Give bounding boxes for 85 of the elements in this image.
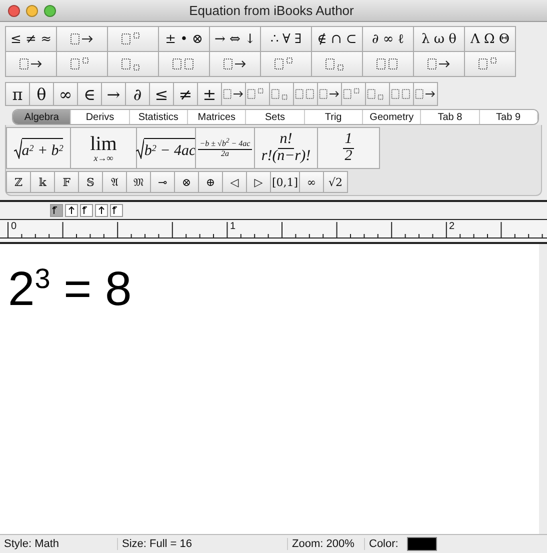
symbol-button[interactable]: √2 <box>323 171 348 193</box>
size-status: Size: Full = 16 <box>118 538 288 550</box>
minimize-button[interactable] <box>26 4 38 16</box>
palette-button[interactable]: ≤ <box>149 82 174 106</box>
symbol-button[interactable]: 𝕜 <box>30 171 55 193</box>
palette-button[interactable]: π <box>5 82 30 106</box>
palette-button[interactable] <box>221 82 246 106</box>
ruler-label: 1 <box>230 221 236 232</box>
radical-icon <box>14 138 22 158</box>
palette-button[interactable] <box>5 51 57 77</box>
symbol-button[interactable]: ◁ <box>222 171 247 193</box>
radical-icon <box>136 138 144 158</box>
symbol-button[interactable]: ▷ <box>246 171 271 193</box>
expression-button[interactable]: n! r!(n−r)! <box>254 127 318 169</box>
palette-button[interactable]: ± <box>197 82 222 106</box>
symbol-button[interactable]: ⊕ <box>198 171 223 193</box>
symbol-button[interactable]: 𝔐 <box>126 171 151 193</box>
template-icon <box>69 32 95 46</box>
palette-button[interactable]: → ⇔ ↓ <box>209 26 261 52</box>
palette-button[interactable]: ∈ <box>77 82 102 106</box>
palette-tab[interactable]: Algebra <box>13 110 72 124</box>
tab-stop-icon <box>67 206 76 215</box>
palette-button[interactable] <box>158 51 210 77</box>
palette-button[interactable] <box>56 26 108 52</box>
symbol-button[interactable]: 𝔽 <box>54 171 79 193</box>
palette-button[interactable]: ∴ ∀ ∃ <box>260 26 312 52</box>
radicand: a$^{2}$ + b$^{2}$ <box>22 138 64 158</box>
template-icon <box>426 57 452 71</box>
zoom-status: Zoom: 200% <box>288 538 365 550</box>
tab-stop-button[interactable] <box>95 204 108 217</box>
tab-stop-button[interactable] <box>50 204 63 217</box>
palette-button[interactable] <box>362 51 414 77</box>
style-status: Style: Math <box>0 538 118 550</box>
palette-button[interactable] <box>107 51 159 77</box>
palette-button[interactable] <box>464 51 516 77</box>
palette-button[interactable]: ∂ ∞ ℓ <box>362 26 414 52</box>
palette-button[interactable]: θ <box>29 82 54 106</box>
palette-button[interactable] <box>317 82 342 106</box>
tab-stop-button[interactable] <box>110 204 123 217</box>
symbol-button[interactable]: ℤ <box>6 171 31 193</box>
template-icon <box>222 57 248 71</box>
expression-button[interactable]: lim x→∞ <box>70 127 137 169</box>
ruler-label: 2 <box>449 221 455 232</box>
template-icon <box>18 57 44 71</box>
palette-button[interactable] <box>413 82 438 106</box>
symbol-button[interactable]: 𝕊 <box>78 171 103 193</box>
template-icon <box>318 87 341 101</box>
template-icon <box>414 87 437 101</box>
palette-button[interactable]: ≠ <box>173 82 198 106</box>
close-button[interactable] <box>8 4 20 16</box>
palette-button[interactable]: ± • ⊗ <box>158 26 210 52</box>
color-label: Color: <box>368 538 400 550</box>
palette-button[interactable]: λ ω θ <box>413 26 465 52</box>
zoom-button[interactable] <box>44 4 56 16</box>
palette-button[interactable]: Λ Ω Θ <box>464 26 516 52</box>
palette-button[interactable]: ∂ <box>125 82 150 106</box>
palette-button[interactable] <box>311 51 363 77</box>
color-swatch[interactable] <box>407 537 437 551</box>
palette-button[interactable]: ∞ <box>53 82 78 106</box>
template-icon <box>294 87 317 101</box>
palette-button[interactable] <box>413 51 465 77</box>
symbol-button[interactable]: ∞ <box>299 171 324 193</box>
symbol-button[interactable]: 𝔄 <box>102 171 127 193</box>
palette-button[interactable]: ≤ ≠ ≈ <box>5 26 57 52</box>
template-icon <box>222 87 245 101</box>
palette-button[interactable]: ∉ ∩ ⊂ <box>311 26 363 52</box>
tab-stop-button[interactable] <box>65 204 78 217</box>
ruler-label: 0 <box>11 221 17 232</box>
palette-button[interactable] <box>260 51 312 77</box>
palette-button[interactable] <box>209 51 261 77</box>
tab-stop-button[interactable] <box>80 204 93 217</box>
window-title: Equation from iBooks Author <box>188 3 355 18</box>
symbol-button[interactable]: ⊸ <box>150 171 175 193</box>
symbol-button[interactable]: ⊗ <box>174 171 199 193</box>
palette-button[interactable]: → <box>101 82 126 106</box>
expression-button[interactable]: 1 2 <box>317 127 380 169</box>
symbol-button[interactable]: [0,1] <box>270 171 300 193</box>
equation: 2$^{3}$ = 8 <box>8 262 133 317</box>
expression-button[interactable]: b$^{2}$ − 4ac <box>136 127 196 169</box>
palette-button[interactable] <box>107 26 159 52</box>
tab-stop-icon <box>97 206 106 215</box>
palette-button[interactable] <box>56 51 108 77</box>
template-icon <box>390 87 413 101</box>
expression-button[interactable]: a$^{2}$ + b$^{2}$ <box>6 127 71 169</box>
expression-button[interactable]: −b ± √b$^{2}$ − 4ac 2a <box>195 127 255 169</box>
